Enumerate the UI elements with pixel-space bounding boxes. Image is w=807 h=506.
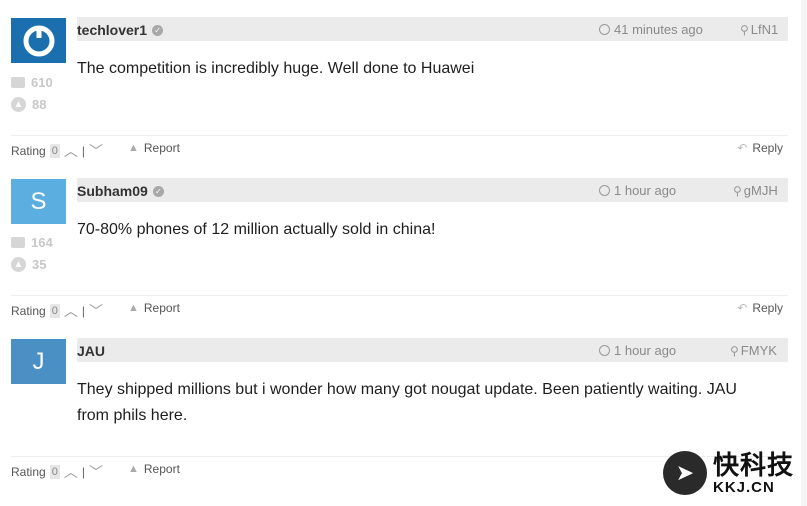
report-button[interactable]: ▲ Report <box>128 462 180 476</box>
divider <box>11 135 788 136</box>
comment-body: They shipped millions but i wonder how m… <box>77 381 737 424</box>
divider <box>11 295 788 296</box>
timestamp: 41 minutes ago <box>599 22 703 37</box>
vote-separator: | <box>81 304 85 318</box>
location: ⚲ LfN1 <box>740 22 778 37</box>
upvote-chevron-icon[interactable]: ︿ <box>64 462 78 482</box>
rating-label: Rating <box>11 304 46 318</box>
avatar[interactable]: S <box>11 179 66 224</box>
comment-bubble-icon <box>11 237 25 248</box>
location-text: FMYK <box>740 343 777 358</box>
warning-icon: ▲ <box>128 142 139 154</box>
upvote-chevron-icon[interactable]: ︿ <box>64 141 78 161</box>
username[interactable]: Subham09 ✓ <box>77 183 164 199</box>
posts-count: 610 <box>11 75 53 90</box>
clock-icon <box>599 185 610 196</box>
username-text[interactable]: techlover1 <box>77 22 147 38</box>
warning-icon: ▲ <box>128 302 139 314</box>
upvote-circle-icon: ▲ <box>11 97 26 112</box>
rating: Rating 0 ︿ | ﹀ <box>11 462 103 482</box>
upvote-chevron-icon[interactable]: ︿ <box>64 301 78 321</box>
comment-bubble-icon <box>11 77 25 88</box>
comment-header <box>77 338 788 362</box>
upvotes-count: ▲ 35 <box>11 257 46 272</box>
location-pin-icon: ⚲ <box>733 183 742 198</box>
upvotes-count-text: 88 <box>32 97 47 112</box>
timestamp: 1 hour ago <box>599 183 676 198</box>
reply-arrow-icon: ↶ <box>737 141 748 155</box>
location-text: LfN1 <box>750 22 779 37</box>
timestamp-text: 41 minutes ago <box>614 22 703 37</box>
location-pin-icon: ⚲ <box>740 22 749 37</box>
username-text[interactable]: JAU <box>77 343 105 359</box>
rating: Rating 0 ︿ | ﹀ <box>11 301 103 321</box>
comment-item: techlover1 ✓ 41 minutes ago ⚲ LfN1 610 ▲… <box>0 0 800 160</box>
scrollbar-track[interactable] <box>801 0 807 506</box>
location: ⚲ gMJH <box>733 183 778 198</box>
posts-count: 164 <box>11 235 53 250</box>
location-text: gMJH <box>743 183 778 198</box>
report-label[interactable]: Report <box>144 462 180 476</box>
comment-footer: Rating 0 ︿ | ﹀ ▲ Report ↶ Reply <box>11 301 788 321</box>
clock-icon <box>599 24 610 35</box>
username-text[interactable]: Subham09 <box>77 183 148 199</box>
downvote-chevron-icon[interactable]: ﹀ <box>89 141 103 161</box>
clock-icon <box>599 345 610 356</box>
avatar[interactable] <box>11 18 66 63</box>
comment-body: 70-80% phones of 12 million actually sol… <box>77 221 436 238</box>
report-button[interactable]: ▲ Report <box>128 301 180 315</box>
rating-count: 0 <box>49 465 60 479</box>
kkj-logo-icon: ➤ <box>663 451 707 495</box>
watermark-cn: 快科技 <box>713 449 795 480</box>
reply-arrow-icon: ↶ <box>737 301 748 315</box>
rating-label: Rating <box>11 465 46 479</box>
timestamp-text: 1 hour ago <box>614 183 677 198</box>
username[interactable]: techlover1 ✓ <box>77 22 164 38</box>
rating-label: Rating <box>11 144 46 158</box>
downvote-chevron-icon[interactable]: ﹀ <box>89 301 103 321</box>
reply-label[interactable]: Reply <box>752 141 783 155</box>
report-button[interactable]: ▲ Report <box>128 141 180 155</box>
timestamp-text: 1 hour ago <box>614 343 677 358</box>
rating-count: 0 <box>49 304 60 318</box>
watermark-text: 快科技 KKJ.CN <box>713 452 794 495</box>
vote-separator: | <box>81 465 85 479</box>
posts-count-text: 610 <box>31 75 53 90</box>
posts-count-text: 164 <box>31 235 53 250</box>
comment-body: The competition is incredibly huge. Well… <box>77 60 475 77</box>
comment-item: S Subham09 ✓ 1 hour ago ⚲ gMJH 164 ▲ 35 … <box>0 161 800 321</box>
warning-icon: ▲ <box>128 463 139 475</box>
user-avatar-icon <box>23 25 54 56</box>
comment-footer: Rating 0 ︿ | ﹀ ▲ Report ↶ Reply <box>11 141 788 161</box>
upvotes-count: ▲ 88 <box>11 97 46 112</box>
verified-icon: ✓ <box>152 185 164 197</box>
username[interactable]: JAU <box>77 343 105 359</box>
vote-separator: | <box>81 144 85 158</box>
location-pin-icon: ⚲ <box>730 343 739 358</box>
reply-label[interactable]: Reply <box>752 301 783 315</box>
verified-icon: ✓ <box>152 24 164 36</box>
reply-button[interactable]: ↶ Reply <box>737 301 783 315</box>
downvote-chevron-icon[interactable]: ﹀ <box>89 462 103 482</box>
timestamp: 1 hour ago <box>599 343 676 358</box>
avatar[interactable]: J <box>11 339 66 384</box>
report-label[interactable]: Report <box>144 141 180 155</box>
report-label[interactable]: Report <box>144 301 180 315</box>
rating: Rating 0 ︿ | ﹀ <box>11 141 103 161</box>
location: ⚲ FMYK <box>730 343 777 358</box>
comment-header <box>77 178 788 202</box>
upvotes-count-text: 35 <box>32 257 47 272</box>
rating-count: 0 <box>49 144 60 158</box>
watermark: ➤ 快科技 KKJ.CN <box>663 448 803 498</box>
watermark-en: KKJ.CN <box>713 478 775 496</box>
reply-button[interactable]: ↶ Reply <box>737 141 783 155</box>
upvote-circle-icon: ▲ <box>11 257 26 272</box>
